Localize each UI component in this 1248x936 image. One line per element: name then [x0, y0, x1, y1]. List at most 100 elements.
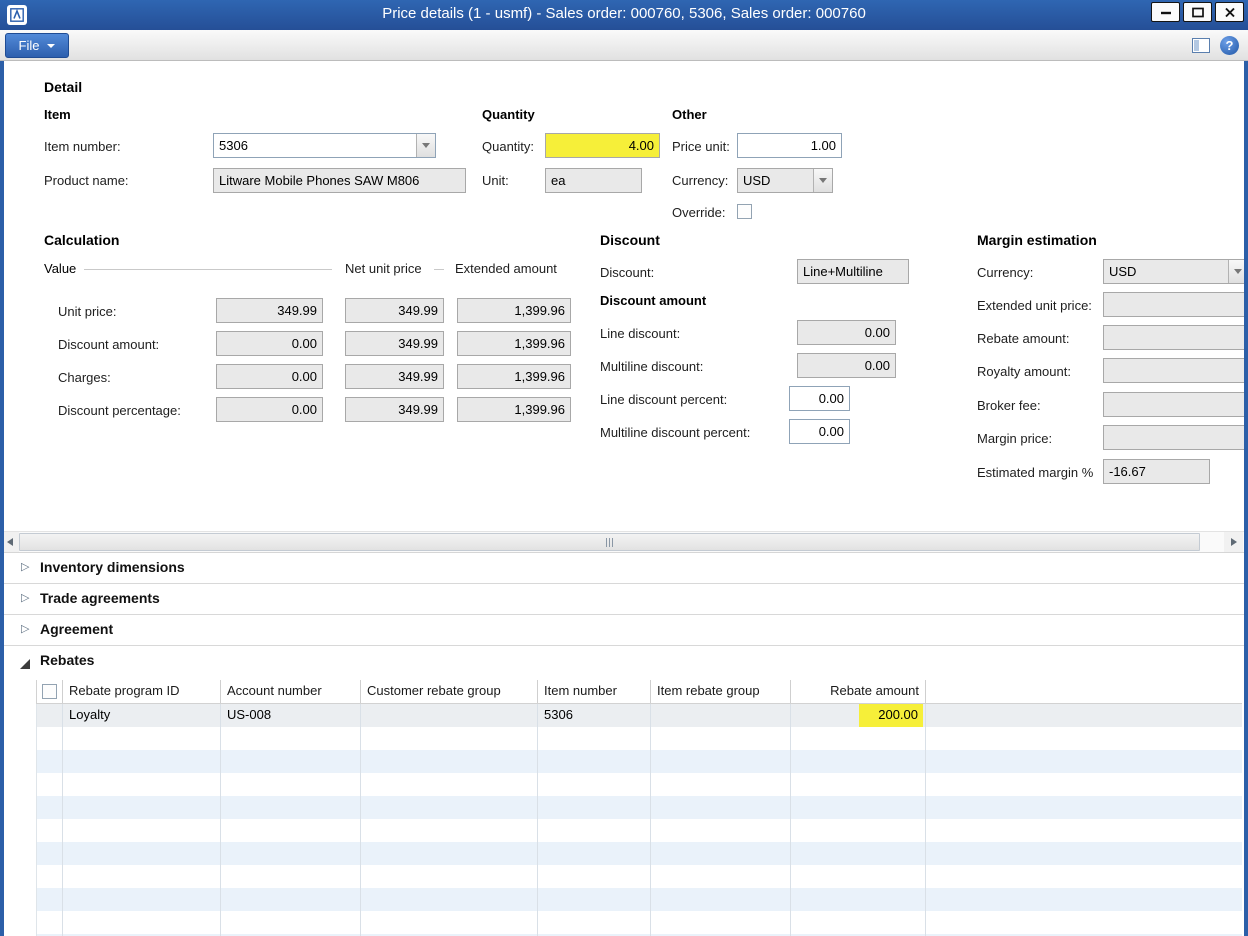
item-group-heading: Item: [44, 107, 71, 123]
unit-price-value: 349.99: [277, 303, 317, 318]
col-header-rebate-amount[interactable]: Rebate amount: [791, 680, 926, 703]
discount-amount-value-field[interactable]: 0.00: [216, 331, 323, 356]
margin-currency-field[interactable]: USD: [1103, 259, 1248, 284]
grid-cell: [361, 819, 538, 842]
grid-cell: [37, 888, 63, 911]
rebate-grid-empty-row: [36, 819, 1242, 842]
override-checkbox[interactable]: [737, 204, 752, 219]
line-discount-value: 0.00: [865, 325, 890, 340]
discount-percentage-extended-field[interactable]: 1,399.96: [457, 397, 571, 422]
unit-price-extended-field[interactable]: 1,399.96: [457, 298, 571, 323]
rebate-amount-field[interactable]: [1103, 325, 1248, 350]
col-header-item-rebate-group[interactable]: Item rebate group: [651, 680, 791, 703]
quantity-field[interactable]: 4.00: [545, 133, 660, 158]
discount-field[interactable]: Line+Multiline: [797, 259, 909, 284]
discount-label: Discount:: [600, 265, 654, 281]
item-number-field[interactable]: 5306: [213, 133, 436, 158]
menubar: File ?: [0, 30, 1248, 61]
discount-percentage-value: 0.00: [292, 402, 317, 417]
rebate-row[interactable]: Loyalty US-008 5306 200.00: [36, 704, 1242, 727]
grid-cell: [791, 865, 926, 888]
item-number-label: Item number:: [44, 139, 121, 155]
net-column-rule: [434, 269, 444, 270]
file-menu-button[interactable]: File: [5, 33, 69, 58]
royalty-amount-field[interactable]: [1103, 358, 1248, 383]
rebate-grid-empty-row: [36, 888, 1242, 911]
grid-cell: [221, 750, 361, 773]
maximize-button[interactable]: [1183, 2, 1212, 22]
section-title-rebates: Rebates: [40, 652, 94, 668]
item-number-dropdown-icon[interactable]: [416, 134, 435, 157]
scroll-right-button[interactable]: [1224, 532, 1243, 552]
product-name-field[interactable]: Litware Mobile Phones SAW M806: [213, 168, 466, 193]
grid-cell: [538, 773, 651, 796]
grid-cell: [63, 796, 221, 819]
minimize-button[interactable]: [1151, 2, 1180, 22]
grid-cell: [361, 773, 538, 796]
multiline-discount-value: 0.00: [865, 358, 890, 373]
currency-field[interactable]: USD: [737, 168, 833, 193]
col-header-customer-rebate-group[interactable]: Customer rebate group: [361, 680, 538, 703]
line-discount-percent-value: 0.00: [819, 391, 844, 406]
detail-heading: Detail: [44, 79, 82, 95]
margin-currency-value: USD: [1109, 264, 1136, 279]
row-select-cell[interactable]: [37, 704, 63, 727]
section-inventory-dimensions[interactable]: ▷ Inventory dimensions: [0, 553, 1248, 584]
col-header-item-number[interactable]: Item number: [538, 680, 651, 703]
section-agreement[interactable]: ▷ Agreement: [0, 615, 1248, 646]
multiline-discount-percent-field[interactable]: 0.00: [789, 419, 850, 444]
grid-cell: [651, 750, 791, 773]
line-discount-field[interactable]: 0.00: [797, 320, 896, 345]
multiline-discount-field[interactable]: 0.00: [797, 353, 896, 378]
cell-item-rebate-group: [651, 704, 791, 727]
charges-extended-field[interactable]: 1,399.96: [457, 364, 571, 389]
charges-value-field[interactable]: 0.00: [216, 364, 323, 389]
horizontal-scrollbar[interactable]: [0, 531, 1248, 553]
grid-cell: [538, 865, 651, 888]
discount-amount-net-field[interactable]: 349.99: [345, 331, 444, 356]
multiline-discount-label: Multiline discount:: [600, 359, 703, 375]
discount-amount-extended-field[interactable]: 1,399.96: [457, 331, 571, 356]
select-all-cell[interactable]: [37, 680, 63, 703]
minimize-icon: [1160, 7, 1172, 17]
charges-net-field[interactable]: 349.99: [345, 364, 444, 389]
product-name-value: Litware Mobile Phones SAW M806: [219, 173, 419, 188]
estimated-margin-field[interactable]: -16.67: [1103, 459, 1210, 484]
broker-fee-field[interactable]: [1103, 392, 1248, 417]
scrollbar-thumb[interactable]: [19, 533, 1200, 551]
currency-dropdown-icon[interactable]: [813, 169, 832, 192]
price-unit-field[interactable]: 1.00: [737, 133, 842, 158]
col-header-rebate-program-id[interactable]: Rebate program ID: [63, 680, 221, 703]
left-arrow-icon: [7, 538, 13, 546]
unit-field[interactable]: ea: [545, 168, 642, 193]
unit-price-net: 349.99: [398, 303, 438, 318]
grid-cell: [63, 750, 221, 773]
multiline-discount-percent-value: 0.00: [819, 424, 844, 439]
col-header-account-number[interactable]: Account number: [221, 680, 361, 703]
rebate-grid-empty-row: [36, 773, 1242, 796]
product-name-label: Product name:: [44, 173, 129, 189]
grid-cell: [361, 888, 538, 911]
discount-percentage-value-field[interactable]: 0.00: [216, 397, 323, 422]
section-trade-agreements[interactable]: ▷ Trade agreements: [0, 584, 1248, 615]
rebate-grid-empty-row: [36, 842, 1242, 865]
layout-pane-fill: [1194, 40, 1199, 51]
close-button[interactable]: [1215, 2, 1244, 22]
discount-percentage-net-field[interactable]: 349.99: [345, 397, 444, 422]
select-all-checkbox[interactable]: [42, 684, 57, 699]
grid-cell: [63, 727, 221, 750]
app-icon[interactable]: [7, 5, 27, 25]
grid-cell: [651, 796, 791, 819]
unit-price-value-field[interactable]: 349.99: [216, 298, 323, 323]
section-rebates[interactable]: Rebates: [0, 646, 1248, 677]
grid-cell: [361, 796, 538, 819]
section-title-trade-agreements: Trade agreements: [40, 590, 160, 606]
line-discount-percent-field[interactable]: 0.00: [789, 386, 850, 411]
margin-price-field[interactable]: [1103, 425, 1248, 450]
layout-pane-icon[interactable]: [1192, 38, 1210, 53]
extended-unit-price-field[interactable]: [1103, 292, 1248, 317]
charges-net: 349.99: [398, 369, 438, 384]
unit-price-net-field[interactable]: 349.99: [345, 298, 444, 323]
grid-cell: [538, 727, 651, 750]
help-button[interactable]: ?: [1220, 36, 1239, 55]
